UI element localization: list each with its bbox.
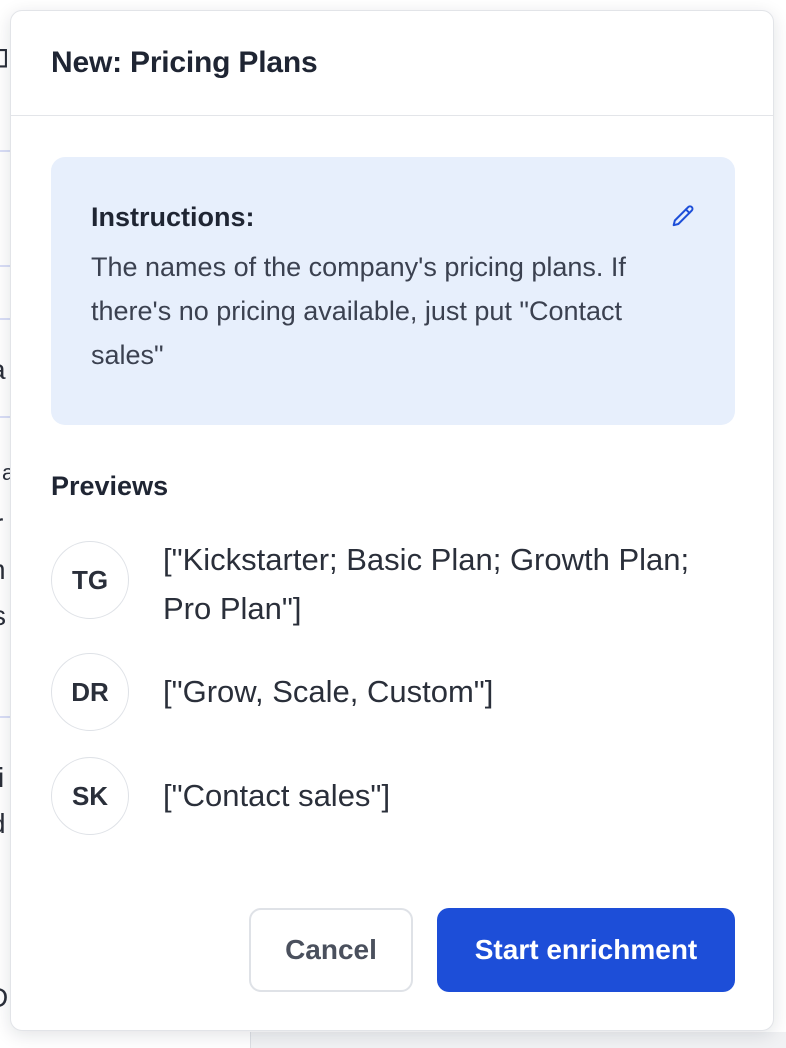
background-text-fragment: n [0,556,6,584]
pencil-icon [672,205,694,227]
background-divider [0,265,10,267]
instructions-panel: Instructions: The names of the company's… [51,157,735,425]
background-text-fragment: d [0,810,6,838]
dialog-header: New: Pricing Plans [11,11,773,116]
background-text-fragment: a [0,356,6,384]
instructions-text: The names of the company's pricing plans… [91,252,626,370]
preview-row: DR ["Grow, Scale, Custom"] [51,653,743,731]
start-enrichment-button[interactable]: Start enrichment [437,908,735,992]
background-text-fragment: i [0,762,5,793]
dialog-title: New: Pricing Plans [51,46,318,79]
preview-row: SK ["Contact sales"] [51,757,743,835]
cancel-button[interactable]: Cancel [249,908,413,992]
preview-value: ["Contact sales"] [163,778,391,813]
background-footer-strip [250,1032,786,1048]
previews-heading: Previews [51,471,169,501]
preview-value: ["Grow, Scale, Custom"] [163,674,494,709]
avatar: DR [51,653,129,731]
background-text-fragment: s [0,602,6,630]
background-divider [0,416,10,418]
new-column-dialog: New: Pricing Plans Instructions: The nam… [10,10,774,1031]
background-icon-fragment: ⊡ [0,44,9,72]
preview-value: ["Kickstarter; Basic Plan; Growth Plan; … [163,542,690,626]
avatar: TG [51,541,129,619]
background-text-fragment: D [0,984,8,1012]
instructions-heading: Instructions: [91,202,255,232]
background-text-fragment: r [0,510,3,538]
avatar: SK [51,757,129,835]
background-divider [0,150,10,152]
background-divider [0,716,10,718]
preview-row: TG ["Kickstarter; Basic Plan; Growth Pla… [51,541,743,633]
edit-instructions-button[interactable] [667,201,699,233]
background-footer-left [0,1032,250,1048]
background-divider [0,318,10,320]
